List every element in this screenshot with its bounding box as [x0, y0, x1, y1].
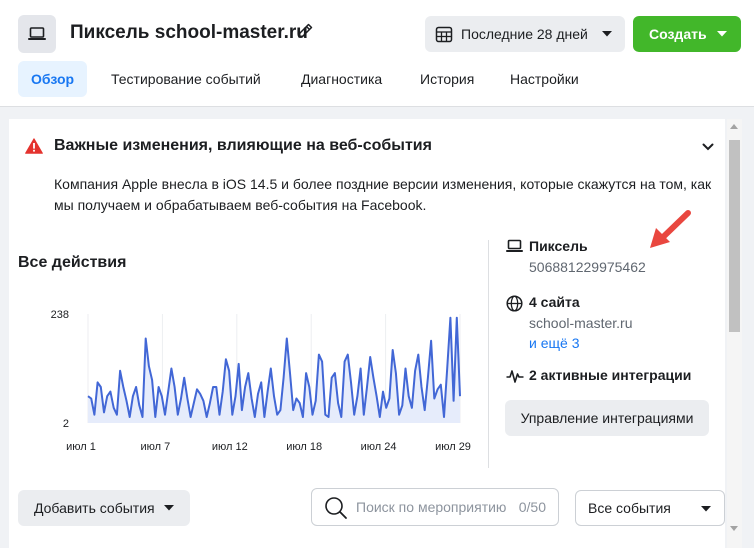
y-tick-label: 2 — [63, 418, 69, 430]
activity-title: Все действия — [18, 254, 127, 271]
scroll-down-arrow[interactable] — [730, 526, 738, 531]
x-tick-label: июл 18 — [286, 441, 322, 453]
caret-down-icon — [601, 30, 613, 38]
add-events-label: Добавить события — [34, 500, 155, 516]
caret-down-icon — [700, 505, 712, 513]
site-name: school-master.ru — [529, 315, 633, 331]
caret-down-icon — [163, 504, 175, 512]
date-range-button[interactable]: Последние 28 дней — [425, 16, 625, 52]
pencil-icon[interactable] — [296, 22, 314, 40]
more-sites-link[interactable]: и ещё 3 — [529, 335, 579, 351]
tab-history[interactable]: История — [420, 61, 474, 97]
alert-title: Важные изменения, влияющие на веб-событи… — [54, 137, 432, 154]
manage-integrations-button[interactable]: Управление интеграциями — [505, 400, 709, 436]
tab-diagnostics[interactable]: Диагностика — [301, 61, 382, 97]
activity-pulse-icon — [506, 368, 524, 385]
search-char-count: 0/50 — [518, 499, 546, 515]
events-filter-label: Все события — [588, 500, 671, 516]
event-search-field[interactable]: Поиск по мероприятию 0/50 — [311, 488, 559, 526]
activity-chart: 238 2 июл 1 июл 7 июл 12 июл 18 июл 24 июл 29 — [51, 309, 471, 453]
create-button[interactable]: Создать — [633, 16, 741, 52]
pixel-id: 506881229975462 — [529, 259, 646, 275]
chevron-down-icon[interactable] — [702, 143, 714, 151]
date-range-label: Последние 28 дней — [461, 26, 588, 42]
create-label: Создать — [649, 26, 707, 42]
calendar-icon — [435, 25, 453, 43]
arrow-annotation — [648, 208, 694, 250]
x-tick-label: июл 12 — [212, 441, 248, 453]
sites-label: 4 сайта — [529, 294, 580, 310]
tab-test-events[interactable]: Тестирование событий — [111, 61, 261, 97]
x-tick-label: июл 29 — [435, 441, 471, 453]
laptop-icon — [18, 15, 56, 53]
integrations-label: 2 активные интеграции — [529, 367, 692, 383]
search-icon — [324, 496, 348, 520]
globe-icon — [506, 295, 523, 312]
laptop-icon — [506, 239, 523, 256]
top-bar: Пиксель school-master.ru Последние 28 дн… — [0, 0, 754, 107]
x-tick-label: июл 1 — [66, 441, 96, 453]
scroll-up-arrow[interactable] — [730, 124, 738, 129]
tab-settings[interactable]: Настройки — [510, 61, 579, 97]
caret-down-icon — [716, 30, 728, 38]
pixel-label: Пиксель — [529, 238, 588, 254]
add-events-button[interactable]: Добавить события — [18, 490, 190, 526]
x-tick-label: июл 7 — [141, 441, 171, 453]
divider — [488, 240, 489, 468]
events-filter-select[interactable]: Все события — [575, 490, 725, 526]
alert-text: Компания Apple внесла в iOS 14.5 и более… — [54, 176, 712, 213]
tab-overview[interactable]: Обзор — [18, 61, 88, 97]
y-tick-label: 238 — [51, 309, 69, 321]
x-tick-label: июл 24 — [361, 441, 397, 453]
page-title: Пиксель school-master.ru — [70, 22, 308, 43]
search-placeholder: Поиск по мероприятию — [356, 499, 507, 515]
warning-icon — [25, 138, 43, 154]
scrollbar-thumb[interactable] — [729, 140, 740, 332]
